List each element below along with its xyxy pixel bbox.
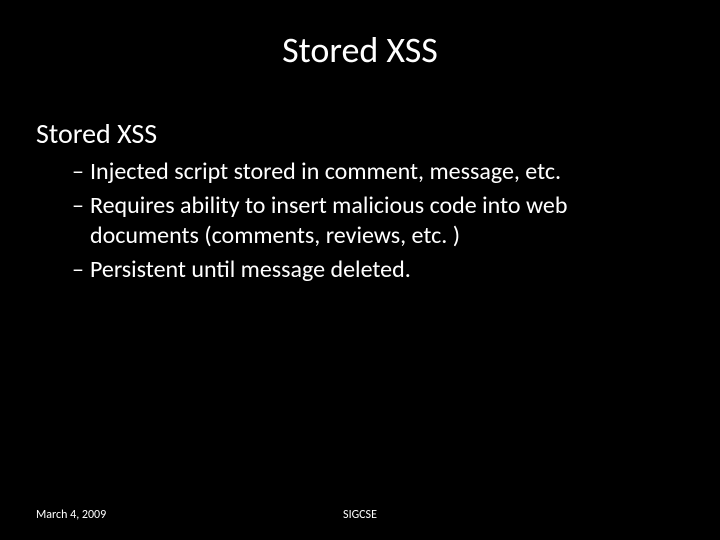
bullet-text: Persistent until message deleted. [90,255,680,285]
bullet-dash-icon: – [72,255,90,285]
slide-title: Stored XSS [0,0,720,92]
footer-venue: SIGCSE [343,508,377,522]
slide-subtitle: Stored XSS [0,92,720,157]
bullet-dash-icon: – [72,191,90,251]
bullet-item: – Requires ability to insert malicious c… [72,191,680,255]
bullet-dash-icon: – [72,157,90,187]
bullet-text: Injected script stored in comment, messa… [90,157,680,187]
bullet-item: – Persistent until message deleted. [72,255,680,289]
footer-date: March 4, 2009 [36,508,106,522]
slide: Stored XSS Stored XSS – Injected script … [0,0,720,540]
bullet-text: Requires ability to insert malicious cod… [90,191,680,251]
bullet-list: – Injected script stored in comment, mes… [0,157,720,289]
bullet-item: – Injected script stored in comment, mes… [72,157,680,191]
